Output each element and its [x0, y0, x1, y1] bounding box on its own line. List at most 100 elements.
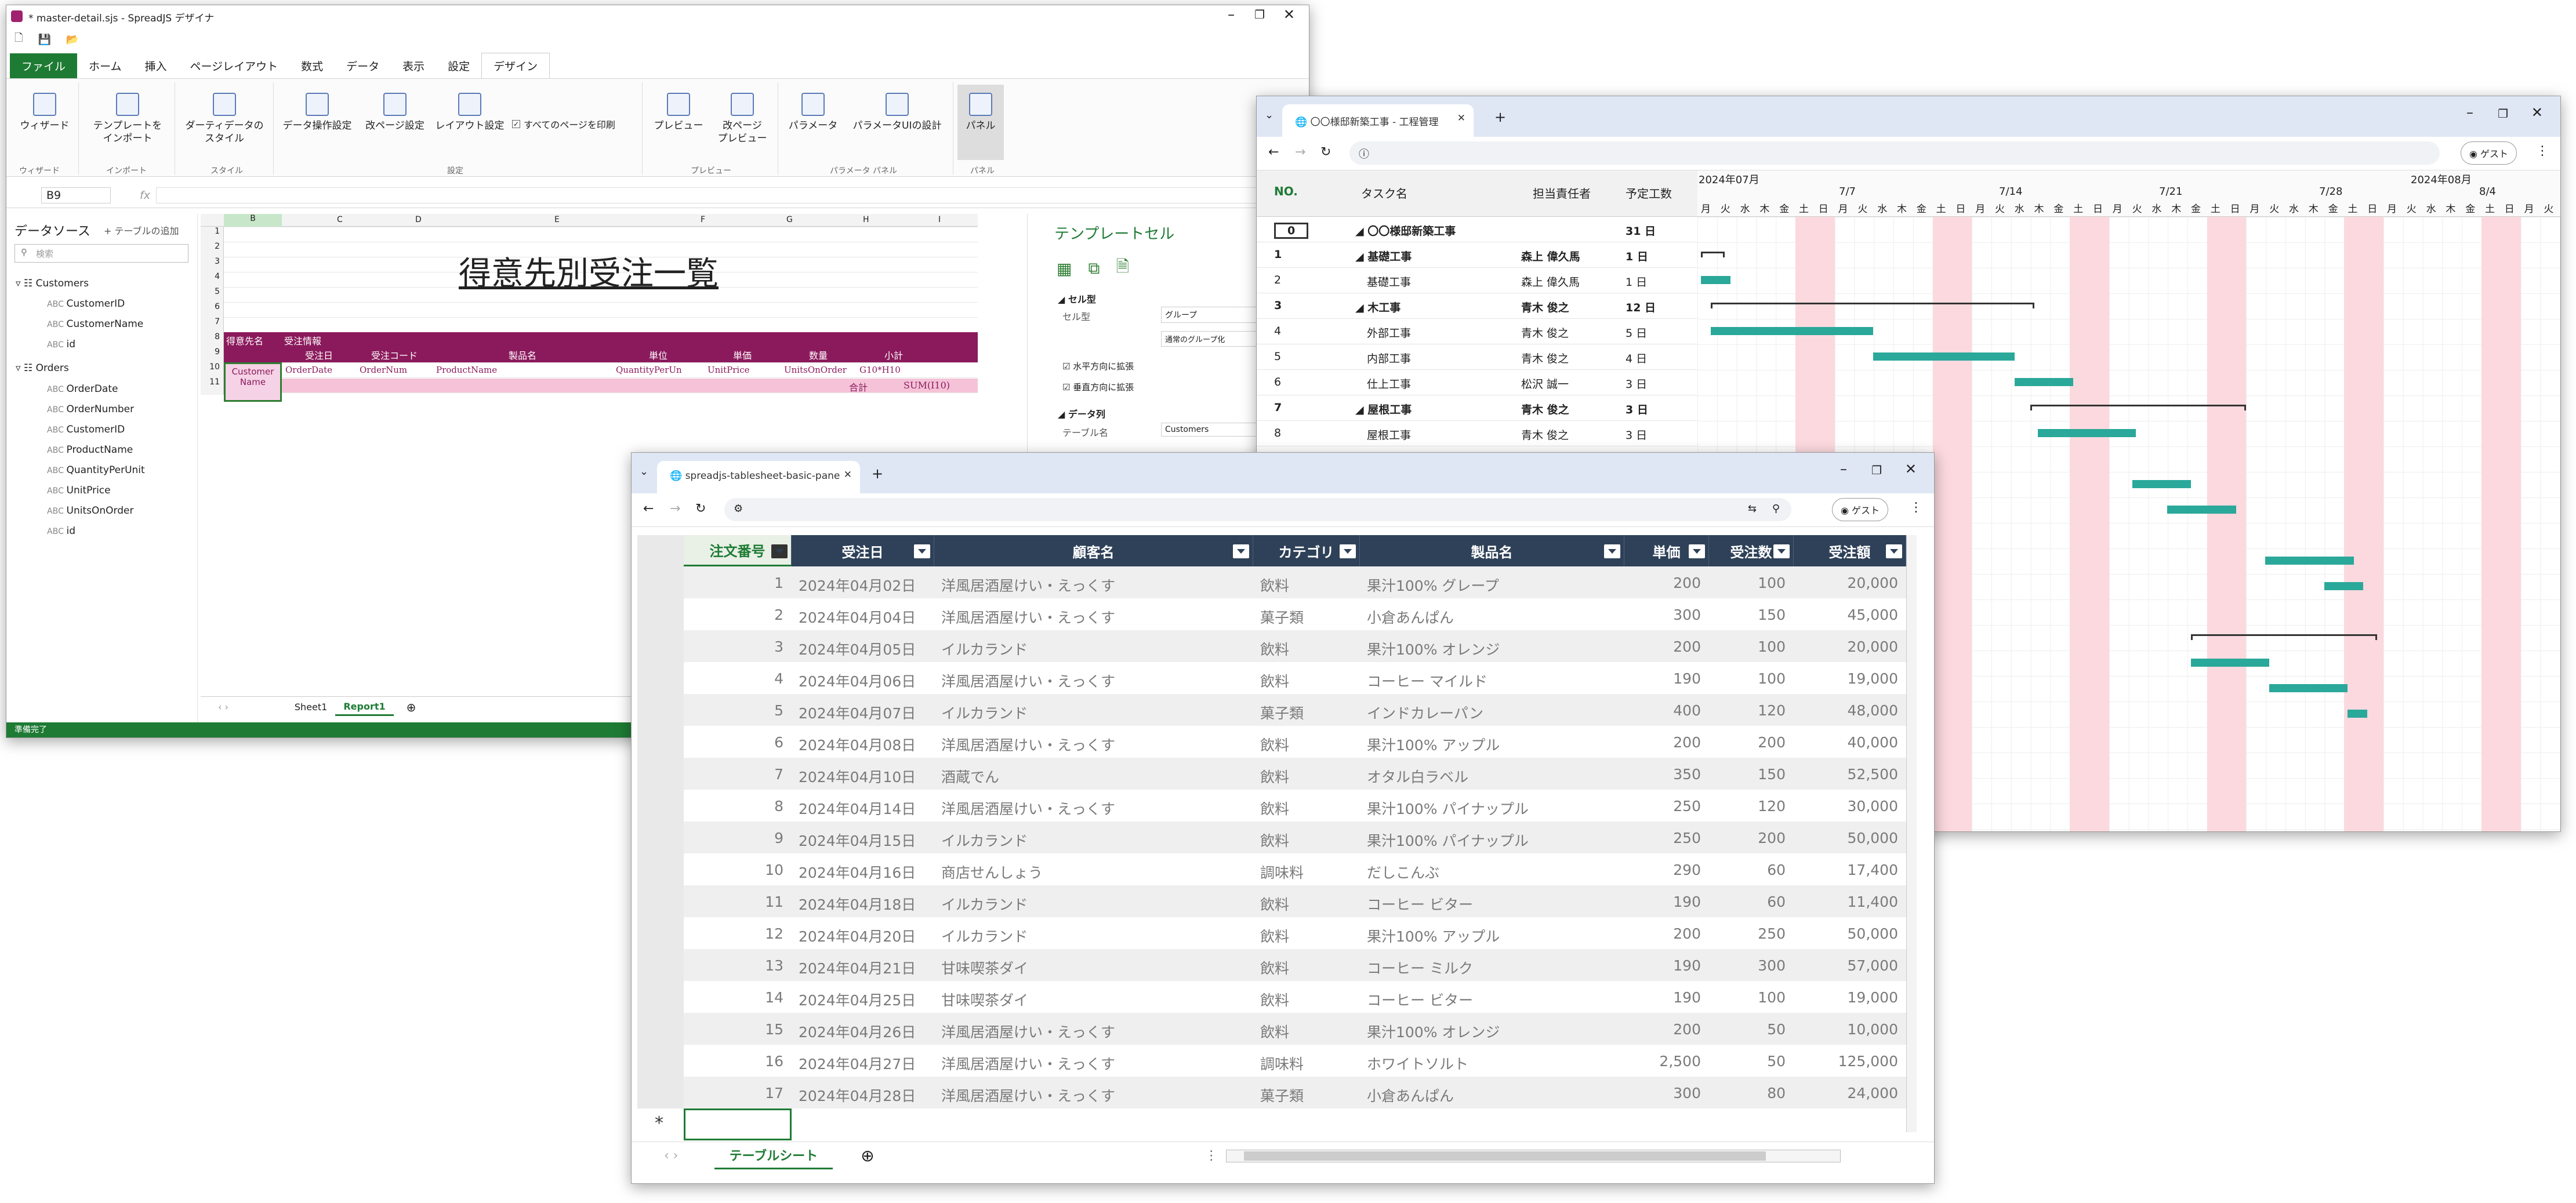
filter-dropdown-icon[interactable] — [771, 544, 788, 558]
header-order-no[interactable]: 注文番号 — [684, 535, 792, 566]
parameter-button[interactable]: パラメータ — [781, 93, 845, 132]
field-item[interactable]: ABC UnitPrice — [47, 485, 111, 496]
filter-dropdown-icon[interactable] — [1773, 544, 1790, 558]
col-header-f[interactable]: F — [701, 215, 705, 224]
zoom-icon[interactable]: ⚲ — [1772, 503, 1780, 515]
save-icon[interactable]: 💾 — [38, 34, 50, 46]
minimize-icon[interactable]: – — [1840, 461, 1847, 477]
row-header[interactable] — [637, 758, 684, 790]
forward-icon[interactable]: → — [670, 501, 680, 516]
open-folder-icon[interactable]: 📂 — [66, 34, 79, 46]
task-row[interactable]: 0 ◢ 〇〇様邸新築工事 31 日 — [1257, 217, 1697, 242]
sheet-tab-active[interactable]: テーブルシート — [714, 1142, 833, 1169]
filter-dropdown-icon[interactable] — [1886, 544, 1902, 558]
filter-dropdown-icon[interactable] — [1340, 544, 1356, 558]
table-orders[interactable]: ▿ ☷ Orders — [16, 362, 69, 374]
table-customers[interactable]: ▿ ☷ Customers — [16, 278, 89, 289]
binding-cell[interactable]: QuantityPerUn — [612, 365, 704, 375]
tab-list-icon[interactable]: ⌄ — [640, 466, 648, 478]
new-tab-icon[interactable]: + — [1494, 109, 1506, 125]
row-header[interactable] — [637, 662, 684, 694]
field-item[interactable]: ABC UnitsOnOrder — [47, 505, 133, 517]
header-product[interactable]: 製品名 — [1360, 535, 1624, 566]
field-item[interactable]: ABC id — [47, 339, 75, 350]
tab-close-icon[interactable]: ✕ — [1457, 112, 1465, 124]
task-row[interactable]: 4 外部工事 青木 俊之 5 日 — [1257, 319, 1697, 344]
preview-button[interactable]: プレビュー — [647, 93, 710, 132]
prev-sheet-icon[interactable]: ‹ › — [218, 702, 228, 713]
print-all-checkbox[interactable]: ✓ すべてのページを印刷 — [512, 117, 615, 131]
task-row[interactable]: 2 基礎工事 森上 偉久馬 1 日 — [1257, 268, 1697, 293]
close-icon[interactable]: ✕ — [1905, 461, 1917, 477]
table-row[interactable]: 14 2024年04月25日 甘味喫茶ダイ 飲料 コーヒー ビター 190 100 19,00… — [637, 981, 1906, 1013]
row-header[interactable] — [637, 949, 684, 981]
field-item[interactable]: ABC ProductName — [47, 444, 133, 456]
field-item[interactable]: ABC CustomerName — [47, 318, 143, 330]
datasource-search[interactable]: ⚲ 検索 — [14, 244, 188, 263]
table-row[interactable]: 7 2024年04月10日 酒蔵でん 飲料 オタル白ラベル 350 150 52,500 — [637, 758, 1906, 790]
col-header-b[interactable]: B — [224, 214, 282, 227]
celltype-select[interactable]: グループ — [1161, 307, 1265, 323]
table-row[interactable]: 10 2024年04月16日 商店せんしょう 調味料 だしこんぶ 290 60 17,400 — [637, 853, 1906, 885]
binding-cell[interactable]: OrderNum — [356, 365, 433, 375]
row-header[interactable] — [637, 566, 684, 598]
gantt-bar[interactable] — [2167, 506, 2236, 514]
table-row[interactable]: 3 2024年04月05日 イルカランド 飲料 果汁100% オレンジ 200 100 20,… — [637, 630, 1906, 662]
table-row[interactable]: 13 2024年04月21日 甘味喫茶ダイ 飲料 コーヒー ミルク 190 300 57,00… — [637, 949, 1906, 981]
page-icon[interactable]: 🗎 — [1116, 255, 1129, 282]
task-row[interactable]: 7 ◢ 屋根工事 青木 俊之 3 日 — [1257, 395, 1697, 421]
customer-name-cell[interactable]: Customer Name — [224, 362, 282, 402]
gantt-bar[interactable] — [1701, 276, 1730, 284]
import-template-button[interactable]: テンプレートを インポート — [84, 93, 171, 145]
active-cell[interactable] — [684, 1108, 792, 1140]
task-row[interactable]: 5 内部工事 青木 俊之 4 日 — [1257, 344, 1697, 370]
group-type-select[interactable]: 通常のグループ化 — [1161, 331, 1265, 347]
gantt-bar[interactable] — [2324, 582, 2364, 590]
tab-formulas[interactable]: 数式 — [289, 53, 335, 78]
col-header-e[interactable]: E — [554, 215, 560, 224]
tab-settings[interactable]: 設定 — [436, 53, 481, 78]
close-icon[interactable]: ✕ — [1283, 6, 1295, 23]
gantt-bar[interactable] — [2191, 659, 2270, 667]
new-tab-icon[interactable]: + — [872, 466, 883, 482]
table-row[interactable]: 17 2024年04月28日 洋風居酒屋けい・えっくす 菓子類 小倉あんぱん 300 80 2… — [637, 1077, 1906, 1108]
menu-icon[interactable]: ⋮ — [1910, 500, 1922, 515]
tablename-select[interactable]: Customers — [1161, 423, 1265, 437]
add-table-link[interactable]: + テーブルの追加 — [104, 223, 179, 237]
add-sheet-icon[interactable]: ⊕ — [861, 1146, 874, 1165]
tab-close-icon[interactable]: ✕ — [844, 469, 852, 481]
gantt-bar[interactable] — [1873, 352, 2015, 361]
url-field[interactable]: ⚙ ⇆ ⚲ — [724, 498, 1791, 521]
filter-dropdown-icon[interactable] — [1689, 544, 1705, 558]
total-formula[interactable]: SUM(I10) — [904, 380, 950, 391]
gantt-bar[interactable] — [2014, 378, 2074, 386]
field-item[interactable]: ABC CustomerID — [47, 424, 125, 435]
expand-v-checkbox[interactable]: ☑ 垂直方向に拡張 — [1062, 381, 1134, 393]
tab-view[interactable]: 表示 — [391, 53, 436, 78]
tab-pagelayout[interactable]: ページレイアウト — [178, 53, 289, 78]
col-header-g[interactable]: G — [786, 215, 793, 224]
url-field[interactable]: ⓘ — [1349, 141, 2440, 165]
field-item[interactable]: ABC OrderDate — [47, 383, 118, 395]
add-sheet-icon[interactable]: ⊕ — [407, 700, 416, 714]
table-row[interactable]: 5 2024年04月07日 イルカランド 菓子類 インドカレーパン 400 120 48,00… — [637, 694, 1906, 726]
reload-icon[interactable]: ↻ — [695, 501, 706, 516]
prev-sheet-icon[interactable]: ‹ › — [664, 1149, 679, 1163]
col-header-i[interactable]: I — [938, 215, 941, 224]
header-price[interactable]: 単価 — [1624, 535, 1709, 566]
header-category[interactable]: カテゴリ — [1253, 535, 1360, 566]
table-row[interactable]: 15 2024年04月26日 洋風居酒屋けい・えっくす 飲料 果汁100% オレンジ 20… — [637, 1013, 1906, 1045]
restore-icon[interactable]: ❐ — [1254, 8, 1265, 21]
tablesheet[interactable]: 注文番号 受注日 顧客名 カテゴリ 製品名 単価 受注数 受注額 1 2024年0… — [637, 535, 1917, 1140]
row-header[interactable] — [637, 853, 684, 885]
profile-button[interactable]: ◉ ゲスト — [2461, 141, 2517, 165]
data-op-button[interactable]: データ操作設定 — [277, 93, 358, 132]
filter-dropdown-icon[interactable] — [1233, 544, 1249, 558]
param-ui-button[interactable]: パラメータUIの設計 — [845, 93, 949, 132]
tab-data[interactable]: データ — [335, 53, 391, 78]
row-header[interactable] — [637, 981, 684, 1013]
row-header[interactable] — [637, 885, 684, 917]
task-row[interactable]: 1 ◢ 基礎工事 森上 偉久馬 1 日 — [1257, 242, 1697, 268]
expand-h-checkbox[interactable]: ☑ 水平方向に拡張 — [1062, 360, 1134, 372]
task-row[interactable]: 6 仕上工事 松沢 誠一 3 日 — [1257, 370, 1697, 395]
